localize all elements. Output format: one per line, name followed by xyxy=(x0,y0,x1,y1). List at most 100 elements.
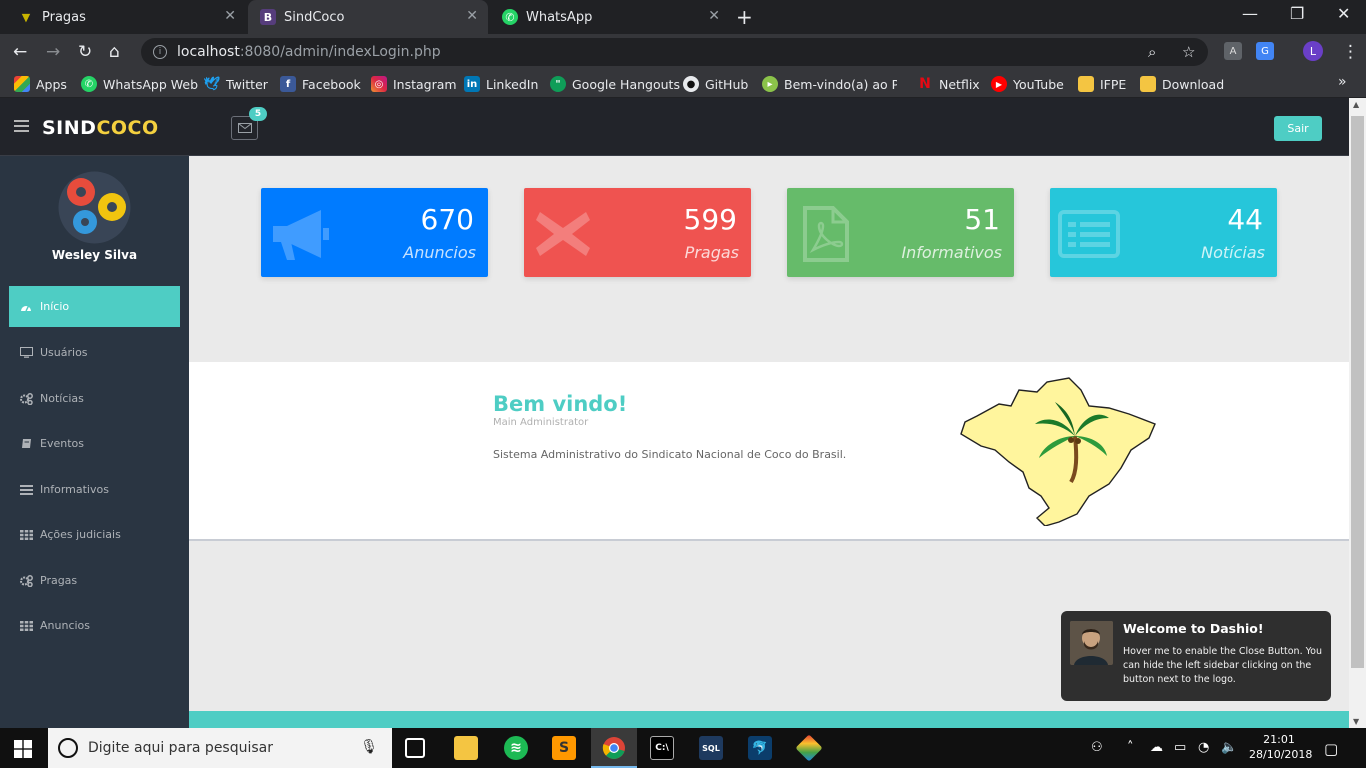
address-bar[interactable]: i localhost:8080/admin/indexLogin.php ⌕ … xyxy=(141,38,1208,66)
pdf-icon xyxy=(803,206,849,262)
pdf-extension-icon[interactable]: A xyxy=(1224,42,1242,60)
wifi-icon[interactable]: ◔ xyxy=(1198,740,1209,755)
restore-button[interactable]: ❐ xyxy=(1290,4,1304,23)
tab-title: WhatsApp xyxy=(526,9,593,25)
sidebar-item-eventos[interactable]: Eventos xyxy=(9,423,180,464)
scrollbar-thumb[interactable] xyxy=(1351,116,1364,668)
new-tab-button[interactable]: + xyxy=(736,5,753,29)
taskbar-clock[interactable]: 21:01 28/10/2018 xyxy=(1249,732,1313,762)
translate-extension-icon[interactable]: G xyxy=(1256,42,1274,60)
bookmark-whatsapp-web[interactable]: ✆ WhatsApp Web xyxy=(81,76,198,92)
people-icon[interactable]: ⚇ xyxy=(1091,740,1103,755)
bookmark-facebook[interactable]: f Facebook xyxy=(280,76,361,92)
user-avatar[interactable] xyxy=(57,170,132,245)
bookmark-twitter[interactable]: 🕊 Twitter xyxy=(204,76,268,92)
browser-tab-whatsapp[interactable]: ✆ WhatsApp ✕ xyxy=(490,0,730,34)
bookmark-netflix[interactable]: N Netflix xyxy=(917,76,980,92)
minimize-button[interactable]: — xyxy=(1242,4,1258,23)
clock-date: 28/10/2018 xyxy=(1249,748,1313,761)
bookmark-youtube[interactable]: ▶ YouTube xyxy=(991,76,1064,92)
bookmark-github[interactable]: ● GitHub xyxy=(683,76,748,92)
stat-card-anuncios[interactable]: 670 Anuncios xyxy=(261,188,488,277)
notifications-icon[interactable]: ▢ xyxy=(1324,740,1338,758)
close-icon[interactable]: ✕ xyxy=(708,8,720,24)
sidebar-item-usuarios[interactable]: Usuários xyxy=(9,332,180,373)
sidebar-item-inicio[interactable]: Início xyxy=(9,286,180,327)
app-logo[interactable]: SINDCOCO xyxy=(42,117,159,139)
browser-tab-sindcoco[interactable]: B SindCoco ✕ xyxy=(248,0,488,34)
zoom-icon[interactable]: ⌕ xyxy=(1148,43,1156,61)
scroll-down-icon[interactable]: ▼ xyxy=(1353,717,1359,726)
grid-icon xyxy=(19,528,33,542)
sidebar-item-noticias[interactable]: Notícias xyxy=(9,378,180,419)
sidebar-item-label: Notícias xyxy=(40,392,84,405)
home-button[interactable]: ⌂ xyxy=(109,42,120,62)
microphone-icon[interactable]: 🎙 xyxy=(360,739,378,755)
folder-icon xyxy=(1140,76,1156,92)
terminal-icon[interactable]: C:\ xyxy=(650,736,674,760)
sublime-text-icon[interactable]: S xyxy=(552,736,576,760)
bookmark-primeiro[interactable]: ▸ Bem-vindo(a) ao Prim xyxy=(762,76,897,92)
reload-button[interactable]: ↻ xyxy=(78,42,92,62)
cortana-icon[interactable] xyxy=(58,738,78,758)
notification-avatar xyxy=(1070,621,1113,665)
sidebar-item-pragas[interactable]: Pragas xyxy=(9,560,180,601)
bookmark-instagram[interactable]: ◎ Instagram xyxy=(371,76,457,92)
taskbar-search[interactable]: Digite aqui para pesquisar 🎙 xyxy=(48,728,392,768)
bookmarks-overflow-icon[interactable]: » xyxy=(1338,74,1347,90)
browser-tab-pragas[interactable]: ▼ Pragas ✕ xyxy=(6,0,246,34)
close-icon[interactable]: ✕ xyxy=(224,8,236,24)
bookmark-apps[interactable]: Apps xyxy=(14,76,67,92)
sidebar-item-informativos[interactable]: Informativos xyxy=(9,469,180,510)
task-view-icon[interactable] xyxy=(405,738,425,758)
stat-card-pragas[interactable]: 599 Pragas xyxy=(524,188,751,277)
bookmark-ifpe[interactable]: IFPE xyxy=(1078,76,1126,92)
sidebar-item-anuncios[interactable]: Anuncios xyxy=(9,605,180,646)
sidebar-item-acoes-judiciais[interactable]: Ações judiciais xyxy=(9,514,180,555)
scroll-up-icon[interactable]: ▲ xyxy=(1353,100,1359,109)
logo-main: SIND xyxy=(42,117,97,139)
close-icon[interactable]: ✕ xyxy=(466,8,478,24)
git-icon[interactable] xyxy=(795,734,823,762)
bookmark-google-hangouts[interactable]: " Google Hangouts xyxy=(550,76,680,92)
onedrive-icon[interactable]: ☁ xyxy=(1150,740,1163,755)
welcome-notification[interactable]: Welcome to Dashio! Hover me to enable th… xyxy=(1061,611,1331,701)
profile-avatar[interactable]: L xyxy=(1303,41,1323,61)
pest-icon: ▼ xyxy=(21,10,31,24)
back-button[interactable]: ← xyxy=(13,42,27,62)
sidebar-toggle-icon[interactable] xyxy=(14,120,29,135)
spotify-icon[interactable]: ≋ xyxy=(504,736,528,760)
bookmark-download[interactable]: Download xyxy=(1140,76,1224,92)
page-scrollbar[interactable]: ▲ ▼ xyxy=(1349,98,1366,728)
page-footer xyxy=(189,711,1349,728)
file-explorer-icon[interactable] xyxy=(454,736,478,760)
mysql-workbench-icon[interactable]: SQL xyxy=(699,736,723,760)
battery-icon[interactable]: ▭ xyxy=(1174,740,1186,755)
forward-button[interactable]: → xyxy=(46,42,60,62)
notification-title: Welcome to Dashio! xyxy=(1123,621,1264,636)
bookmark-linkedin[interactable]: in LinkedIn xyxy=(464,76,538,92)
star-icon[interactable]: ☆ xyxy=(1182,43,1195,61)
chrome-icon[interactable] xyxy=(602,736,626,760)
logout-button[interactable]: Sair xyxy=(1274,116,1322,141)
stat-label: Anuncios xyxy=(403,243,476,262)
mysql-icon[interactable]: 🐬 xyxy=(748,736,772,760)
folder-icon xyxy=(1078,76,1094,92)
sidebar-item-label: Anuncios xyxy=(40,619,91,632)
sidebar-item-label: Eventos xyxy=(40,437,84,450)
bookmark-label: Apps xyxy=(36,76,67,92)
clock-time: 21:01 xyxy=(1263,733,1295,746)
dashboard-icon xyxy=(19,300,33,314)
window-close-button[interactable]: ✕ xyxy=(1337,4,1350,23)
windows-start-icon[interactable] xyxy=(14,740,32,758)
bookmark-label: Bem-vindo(a) ao Prim xyxy=(784,76,897,92)
info-icon[interactable]: i xyxy=(153,45,167,59)
stat-card-noticias[interactable]: 44 Notícias xyxy=(1050,188,1277,277)
chevron-up-icon[interactable]: ˄ xyxy=(1127,740,1134,755)
volume-icon[interactable]: 🔈 xyxy=(1221,740,1237,755)
url-path: :8080/admin/indexLogin.php xyxy=(239,44,441,60)
stat-card-informativos[interactable]: 51 Informativos xyxy=(787,188,1014,277)
menu-icon[interactable]: ⋮ xyxy=(1342,42,1359,62)
stat-value: 670 xyxy=(420,203,474,236)
monitor-icon xyxy=(19,346,33,360)
